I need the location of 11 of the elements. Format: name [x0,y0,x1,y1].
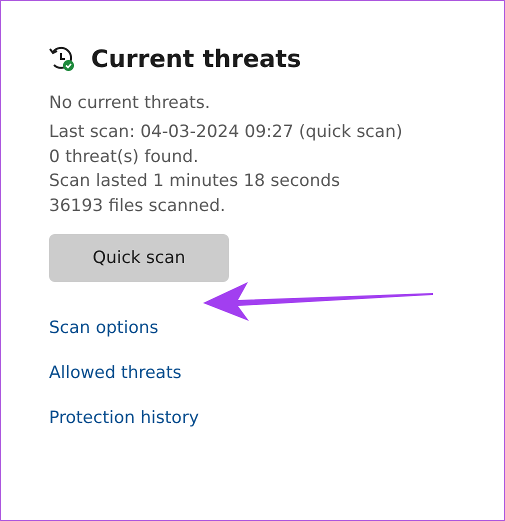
scan-detail: Scan lasted 1 minutes 18 seconds [49,170,342,193]
quick-scan-button[interactable]: Quick scan [49,234,229,282]
section-title: Current threats [91,45,302,73]
status-text: No current threats. [49,93,212,113]
scan-detail: 0 threat(s) found. [49,146,200,168]
link[interactable]: Scan options [49,318,158,338]
link[interactable]: Allowed threats [49,363,182,383]
link[interactable]: Protection history [49,408,199,428]
scan-detail: Last scan: 04-03-2024 09:27 (quick scan) [49,121,404,144]
scan-detail: 36193 files scanned. [49,194,226,218]
history-check-icon [49,46,75,72]
